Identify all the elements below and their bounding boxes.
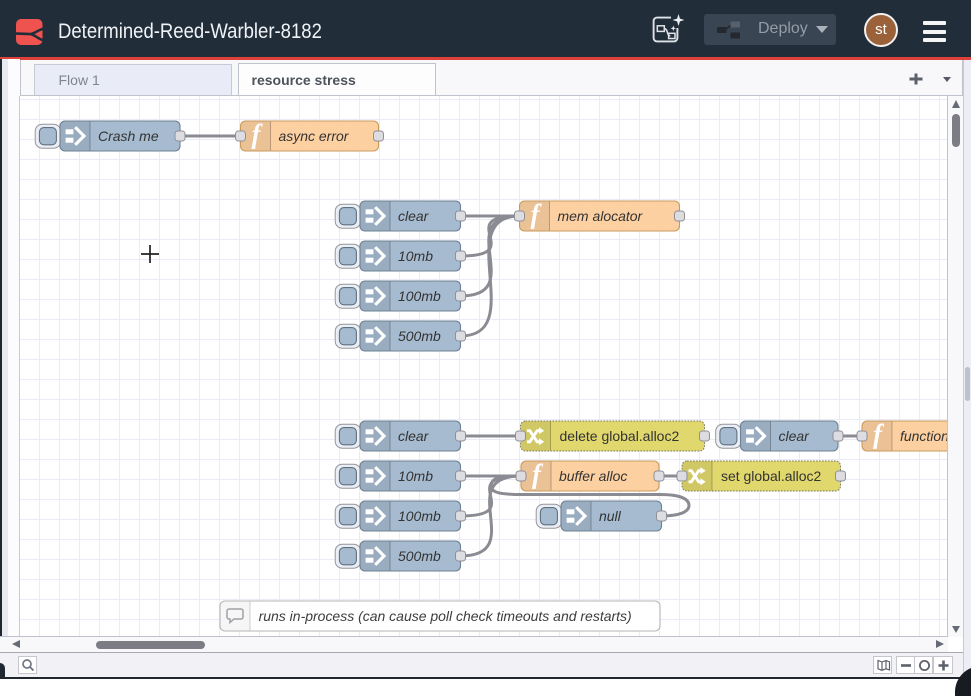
svg-text:runs in-process (can cause pol: runs in-process (can cause poll check ti… bbox=[259, 608, 632, 624]
svg-text:10mb: 10mb bbox=[398, 468, 433, 484]
svg-text:clear: clear bbox=[778, 428, 810, 444]
svg-text:async error: async error bbox=[279, 128, 350, 144]
svg-text:buffer alloc: buffer alloc bbox=[559, 468, 627, 484]
svg-text:null: null bbox=[599, 508, 622, 524]
svg-text:100mb: 100mb bbox=[398, 508, 441, 524]
svg-text:10mb: 10mb bbox=[398, 248, 433, 264]
svg-text:function: function bbox=[900, 428, 948, 444]
svg-text:mem alocator: mem alocator bbox=[557, 208, 643, 224]
svg-text:clear: clear bbox=[398, 428, 430, 444]
svg-text:Crash me: Crash me bbox=[98, 128, 159, 144]
svg-text:500mb: 500mb bbox=[398, 548, 441, 564]
svg-text:clear: clear bbox=[398, 208, 430, 224]
svg-text:set global.alloc2: set global.alloc2 bbox=[721, 468, 822, 484]
svg-text:500mb: 500mb bbox=[398, 328, 441, 344]
svg-text:100mb: 100mb bbox=[398, 288, 441, 304]
svg-text:delete global.alloc2: delete global.alloc2 bbox=[559, 428, 679, 444]
